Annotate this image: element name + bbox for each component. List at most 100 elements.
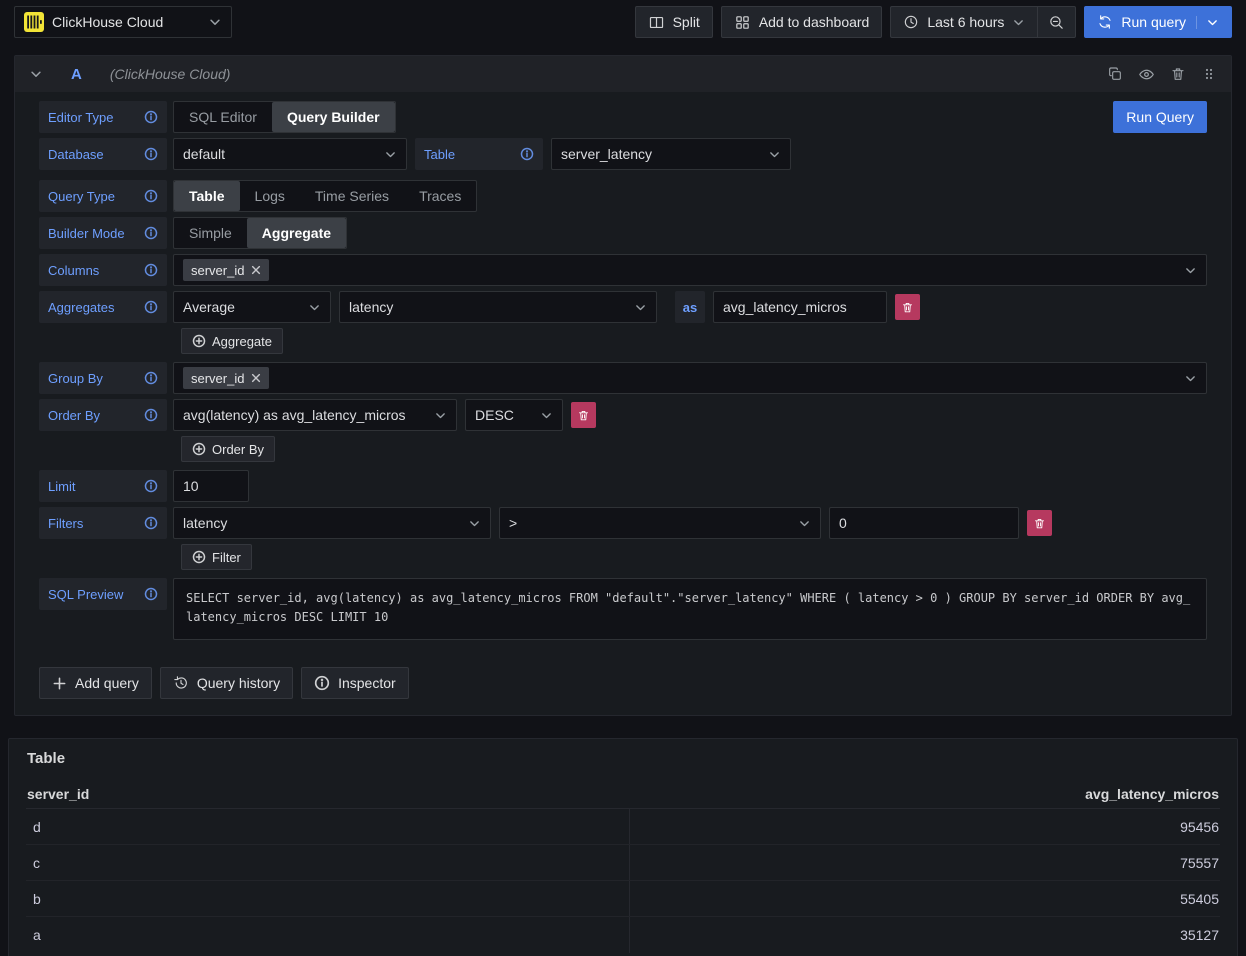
chevron-down-icon — [762, 148, 781, 161]
trash-icon — [901, 301, 914, 314]
query-type-traces[interactable]: Traces — [404, 181, 476, 211]
info-icon[interactable] — [144, 587, 158, 601]
group-by-multiselect[interactable]: server_id — [173, 362, 1207, 394]
table-row[interactable]: b 55405 — [26, 881, 1220, 917]
column-header-server-id[interactable]: server_id — [26, 786, 630, 802]
chevron-down-icon[interactable] — [1196, 16, 1219, 29]
order-by-field-select[interactable]: avg(latency) as avg_latency_micros — [173, 399, 457, 431]
chevron-down-icon — [1012, 16, 1025, 29]
aggregate-column-select[interactable]: latency — [339, 291, 657, 323]
table-row[interactable]: d 95456 — [26, 809, 1220, 845]
drag-handle-icon[interactable] — [1201, 65, 1217, 83]
columns-row: Columns server_id — [39, 254, 1207, 286]
query-type-table[interactable]: Table — [174, 181, 240, 211]
sync-icon — [1097, 14, 1113, 30]
editor-type-switch: SQL Editor Query Builder — [173, 101, 396, 133]
aggregate-alias-input[interactable]: avg_latency_micros — [713, 291, 887, 323]
time-range-button[interactable]: Last 6 hours — [890, 6, 1037, 38]
chevron-down-icon — [534, 409, 553, 422]
chevron-down-icon — [792, 517, 811, 530]
filter-value-input[interactable]: 0 — [829, 507, 1019, 539]
clickhouse-logo-icon — [24, 12, 44, 32]
history-icon — [173, 675, 189, 691]
query-row-header[interactable]: A (ClickHouse Cloud) — [15, 56, 1231, 92]
inspector-button[interactable]: Inspector — [301, 667, 409, 699]
plus-circle-icon — [192, 550, 206, 564]
query-history-button[interactable]: Query history — [160, 667, 293, 699]
remove-chip-icon[interactable] — [251, 373, 261, 383]
filter-column-select[interactable]: latency — [173, 507, 491, 539]
add-aggregate-row: Aggregate — [181, 328, 1207, 354]
cell-server-id: b — [26, 881, 630, 916]
duplicate-query-icon[interactable] — [1107, 66, 1123, 82]
add-aggregate-button[interactable]: Aggregate — [181, 328, 283, 354]
add-query-button[interactable]: Add query — [39, 667, 152, 699]
plus-circle-icon — [192, 334, 206, 348]
plus-circle-icon — [192, 442, 206, 456]
table-label: Table — [415, 138, 543, 170]
chevron-down-icon — [1178, 372, 1197, 385]
remove-order-by-button[interactable] — [571, 402, 596, 428]
database-select[interactable]: default — [173, 138, 407, 170]
chevron-down-icon — [428, 409, 447, 422]
trash-icon — [1033, 517, 1046, 530]
info-icon[interactable] — [144, 226, 158, 240]
add-order-by-button[interactable]: Order By — [181, 436, 275, 462]
chevron-down-icon — [1178, 264, 1197, 277]
info-icon[interactable] — [144, 516, 158, 530]
columns-label: Columns — [39, 254, 167, 286]
remove-chip-icon[interactable] — [251, 265, 261, 275]
limit-row: Limit 10 — [39, 470, 1207, 502]
columns-chip-server-id[interactable]: server_id — [183, 259, 269, 281]
info-icon[interactable] — [144, 300, 158, 314]
explore-toolbar: ClickHouse Cloud Split Add to dashboard … — [0, 0, 1246, 44]
add-to-dashboard-button[interactable]: Add to dashboard — [721, 6, 883, 38]
info-icon[interactable] — [520, 147, 534, 161]
columns-multiselect[interactable]: server_id — [173, 254, 1207, 286]
zoom-out-time-button[interactable] — [1037, 6, 1076, 38]
filter-operator-select[interactable]: > — [499, 507, 821, 539]
cell-server-id: a — [26, 917, 630, 953]
table-row[interactable]: a 35127 — [26, 917, 1220, 953]
run-query-button[interactable]: Run Query — [1113, 101, 1207, 133]
collapse-chevron-icon[interactable] — [29, 67, 43, 81]
query-type-time-series[interactable]: Time Series — [300, 181, 404, 211]
info-icon[interactable] — [144, 110, 158, 124]
builder-mode-switch: Simple Aggregate — [173, 217, 347, 249]
info-icon[interactable] — [144, 147, 158, 161]
info-icon[interactable] — [144, 371, 158, 385]
sql-editor-option[interactable]: SQL Editor — [174, 102, 272, 132]
info-icon[interactable] — [144, 263, 158, 277]
info-circle-icon — [314, 675, 330, 691]
aggregate-function-select[interactable]: Average — [173, 291, 331, 323]
order-by-direction-select[interactable]: DESC — [465, 399, 563, 431]
remove-query-trash-icon[interactable] — [1170, 66, 1186, 82]
builder-mode-simple[interactable]: Simple — [174, 218, 247, 248]
cell-avg-latency: 35127 — [630, 927, 1220, 943]
info-icon[interactable] — [144, 479, 158, 493]
builder-mode-aggregate[interactable]: Aggregate — [247, 218, 346, 248]
trash-icon — [577, 409, 590, 422]
chevron-down-icon — [462, 517, 481, 530]
datasource-name: ClickHouse Cloud — [52, 14, 163, 30]
add-filter-button[interactable]: Filter — [181, 544, 252, 570]
table-row[interactable]: c 75557 — [26, 845, 1220, 881]
group-by-label: Group By — [39, 362, 167, 394]
query-type-logs[interactable]: Logs — [240, 181, 300, 211]
split-button[interactable]: Split — [635, 6, 713, 38]
remove-filter-button[interactable] — [1027, 510, 1052, 536]
remove-aggregate-button[interactable] — [895, 294, 920, 320]
table-select[interactable]: server_latency — [551, 138, 791, 170]
group-by-chip-server-id[interactable]: server_id — [183, 367, 269, 389]
aggregates-row: Aggregates Average latency as avg_latenc… — [39, 291, 1207, 323]
query-type-switch: Table Logs Time Series Traces — [173, 180, 477, 212]
hide-response-eye-icon[interactable] — [1138, 66, 1155, 83]
column-header-avg-latency-micros[interactable]: avg_latency_micros — [630, 786, 1220, 802]
query-builder-option[interactable]: Query Builder — [272, 102, 395, 132]
info-icon[interactable] — [144, 189, 158, 203]
datasource-picker[interactable]: ClickHouse Cloud — [14, 6, 232, 38]
info-icon[interactable] — [144, 408, 158, 422]
database-label: Database — [39, 138, 167, 170]
limit-input[interactable]: 10 — [173, 470, 249, 502]
run-query-toolbar-button[interactable]: Run query — [1084, 6, 1232, 38]
